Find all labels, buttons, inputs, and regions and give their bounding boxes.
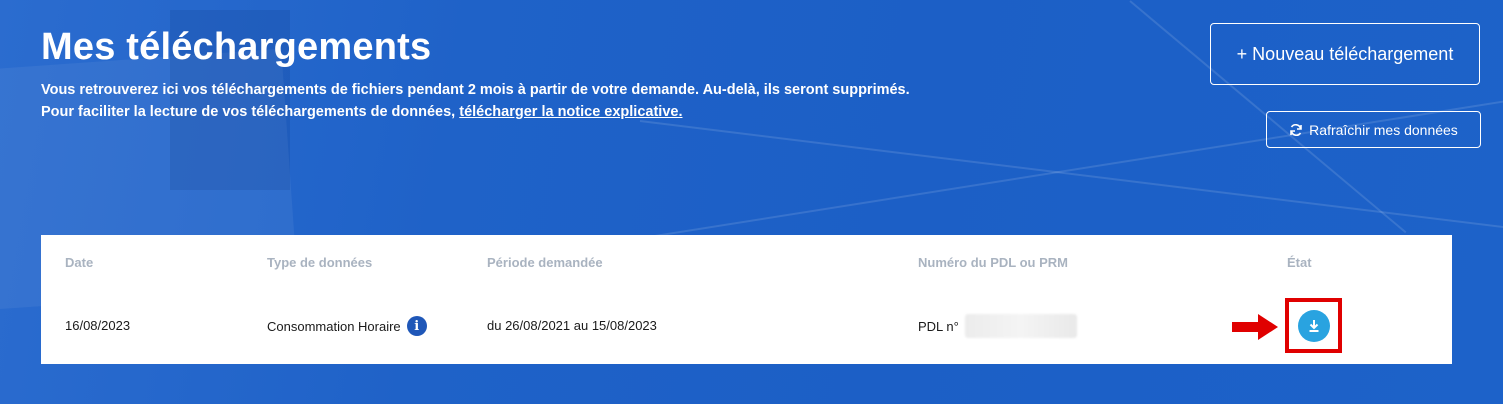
row-type-label: Consommation Horaire xyxy=(267,318,401,334)
download-button[interactable] xyxy=(1297,309,1330,342)
download-highlight xyxy=(1285,298,1342,353)
refresh-label: Rafraîchir mes données xyxy=(1309,121,1458,138)
downloads-table: Date Type de données Période demandée Nu… xyxy=(41,235,1452,364)
header-period: Période demandée xyxy=(487,255,603,270)
row-pdl-prefix: PDL n° xyxy=(918,318,959,334)
info-icon[interactable]: i xyxy=(406,316,427,336)
refresh-icon xyxy=(1289,123,1303,137)
header-pdl: Numéro du PDL ou PRM xyxy=(918,255,1068,270)
notice-link[interactable]: télécharger la notice explicative. xyxy=(459,104,682,120)
row-pdl: PDL n° xyxy=(918,314,1077,338)
download-icon xyxy=(1309,319,1318,332)
description-line-2: Pour faciliter la lecture de vos télécha… xyxy=(41,101,910,123)
redacted-pdl-number xyxy=(964,314,1077,338)
red-arrow-icon xyxy=(1232,314,1278,340)
page-description: Vous retrouverez ici vos téléchargements… xyxy=(41,79,910,123)
description-line-1: Vous retrouverez ici vos téléchargements… xyxy=(41,82,910,98)
new-download-button[interactable]: + Nouveau téléchargement xyxy=(1210,23,1480,85)
header-type: Type de données xyxy=(267,255,373,270)
row-period: du 26/08/2021 au 15/08/2023 xyxy=(487,318,657,333)
row-type: Consommation Horaire i xyxy=(267,316,427,336)
row-date: 16/08/2023 xyxy=(65,318,131,333)
description-line-2-text: Pour faciliter la lecture de vos télécha… xyxy=(41,104,460,120)
refresh-data-button[interactable]: Rafraîchir mes données xyxy=(1266,111,1481,148)
header-date: Date xyxy=(65,255,94,270)
page-title: Mes téléchargements xyxy=(41,26,432,68)
header-state: État xyxy=(1287,255,1312,270)
